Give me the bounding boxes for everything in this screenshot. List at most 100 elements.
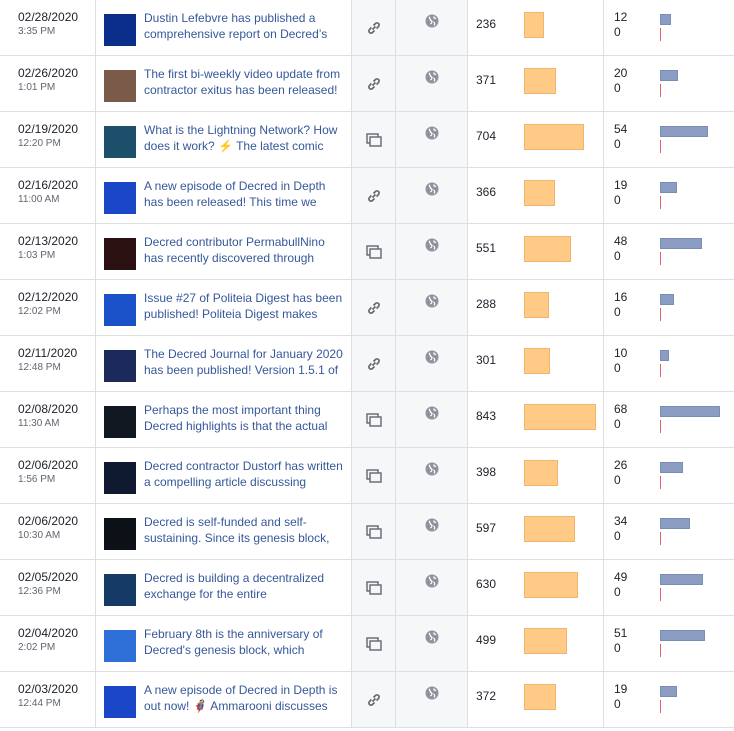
globe-icon <box>425 518 439 559</box>
posts-table: 02/28/2020 3:35 PM Dustin Lefebvre has p… <box>0 0 734 728</box>
reach-cell: 371 <box>468 56 604 111</box>
table-row[interactable]: 02/26/2020 1:01 PM The first bi-weekly v… <box>0 56 734 112</box>
post-cell[interactable]: A new episode of Decred in Depth has bee… <box>96 168 352 223</box>
table-row[interactable]: 02/04/2020 2:02 PM February 8th is the a… <box>0 616 734 672</box>
post-thumbnail[interactable] <box>104 70 136 102</box>
post-cell[interactable]: What is the Lightning Network? How does … <box>96 112 352 167</box>
targeting-cell <box>396 0 468 55</box>
post-thumbnail[interactable] <box>104 574 136 606</box>
post-thumbnail[interactable] <box>104 686 136 718</box>
table-row[interactable]: 02/19/2020 12:20 PM What is the Lightnin… <box>0 112 734 168</box>
post-cell[interactable]: Decred contributor PermabullNino has rec… <box>96 224 352 279</box>
publish-time: 10:30 AM <box>18 530 61 541</box>
reach-bar <box>524 628 567 654</box>
link-icon <box>366 692 382 708</box>
post-link[interactable]: What is the Lightning Network? How does … <box>144 122 344 154</box>
reach-bar <box>524 68 556 94</box>
globe-icon <box>425 686 439 727</box>
table-row[interactable]: 02/16/2020 11:00 AM A new episode of Dec… <box>0 168 734 224</box>
post-thumbnail[interactable] <box>104 182 136 214</box>
post-cell[interactable]: The Decred Journal for January 2020 has … <box>96 336 352 391</box>
post-thumbnail[interactable] <box>104 126 136 158</box>
post-link[interactable]: Issue #27 of Politeia Digest has been pu… <box>144 290 344 322</box>
post-cell[interactable]: Decred is building a decentralized excha… <box>96 560 352 615</box>
engagement-reactions: 0 <box>614 417 621 431</box>
post-thumbnail[interactable] <box>104 238 136 270</box>
targeting-cell <box>396 224 468 279</box>
engagement-tick <box>660 252 661 265</box>
post-link[interactable]: The Decred Journal for January 2020 has … <box>144 346 344 378</box>
published-cell: 02/03/2020 12:44 PM <box>0 672 96 727</box>
engagement-cell: 48 0 <box>604 224 734 279</box>
table-row[interactable]: 02/28/2020 3:35 PM Dustin Lefebvre has p… <box>0 0 734 56</box>
reach-bar <box>524 124 584 150</box>
publish-time: 12:36 PM <box>18 586 61 597</box>
table-row[interactable]: 02/12/2020 12:02 PM Issue #27 of Politei… <box>0 280 734 336</box>
table-row[interactable]: 02/03/2020 12:44 PM A new episode of Dec… <box>0 672 734 728</box>
post-cell[interactable]: A new episode of Decred in Depth is out … <box>96 672 352 727</box>
publish-time: 1:01 PM <box>18 82 56 93</box>
engagement-reactions: 0 <box>614 81 621 95</box>
post-link[interactable]: Perhaps the most important thing Decred … <box>144 402 344 434</box>
album-icon <box>365 468 382 483</box>
post-thumbnail[interactable] <box>104 14 136 46</box>
engagement-tick <box>660 140 661 153</box>
publish-date: 02/19/2020 <box>18 122 79 136</box>
reach-cell: 301 <box>468 336 604 391</box>
table-row[interactable]: 02/13/2020 1:03 PM Decred contributor Pe… <box>0 224 734 280</box>
engagement-cell: 34 0 <box>604 504 734 559</box>
post-link[interactable]: The first bi-weekly video update from co… <box>144 66 344 98</box>
post-thumbnail[interactable] <box>104 630 136 662</box>
post-link[interactable]: A new episode of Decred in Depth is out … <box>144 682 344 714</box>
engagement-bar <box>660 518 690 529</box>
post-thumbnail[interactable] <box>104 294 136 326</box>
targeting-cell <box>396 112 468 167</box>
engagement-reactions: 0 <box>614 249 621 263</box>
reach-cell: 366 <box>468 168 604 223</box>
post-link[interactable]: Decred is building a decentralized excha… <box>144 570 344 602</box>
post-link[interactable]: Decred contributor PermabullNino has rec… <box>144 234 344 266</box>
post-cell[interactable]: Issue #27 of Politeia Digest has been pu… <box>96 280 352 335</box>
engagement-reactions: 0 <box>614 585 621 599</box>
table-row[interactable]: 02/08/2020 11:30 AM Perhaps the most imp… <box>0 392 734 448</box>
reach-value: 301 <box>476 353 497 367</box>
targeting-cell <box>396 448 468 503</box>
post-cell[interactable]: Perhaps the most important thing Decred … <box>96 392 352 447</box>
reach-value: 704 <box>476 129 497 143</box>
post-thumbnail[interactable] <box>104 406 136 438</box>
targeting-cell <box>396 168 468 223</box>
post-link[interactable]: Decred contractor Dustorf has written a … <box>144 458 344 490</box>
post-thumbnail[interactable] <box>104 462 136 494</box>
table-row[interactable]: 02/06/2020 1:56 PM Decred contractor Dus… <box>0 448 734 504</box>
engagement-cell: 10 0 <box>604 336 734 391</box>
engagement-clicks: 10 <box>614 346 628 360</box>
published-cell: 02/11/2020 12:48 PM <box>0 336 96 391</box>
engagement-tick <box>660 308 661 321</box>
publish-time: 1:56 PM <box>18 474 56 485</box>
post-cell[interactable]: The first bi-weekly video update from co… <box>96 56 352 111</box>
post-link[interactable]: A new episode of Decred in Depth has bee… <box>144 178 344 210</box>
table-row[interactable]: 02/06/2020 10:30 AM Decred is self-funde… <box>0 504 734 560</box>
table-row[interactable]: 02/11/2020 12:48 PM The Decred Journal f… <box>0 336 734 392</box>
post-cell[interactable]: Dustin Lefebvre has published a comprehe… <box>96 0 352 55</box>
publish-time: 12:44 PM <box>18 698 61 709</box>
table-row[interactable]: 02/05/2020 12:36 PM Decred is building a… <box>0 560 734 616</box>
reach-bar <box>524 460 558 486</box>
publish-date: 02/26/2020 <box>18 66 79 80</box>
engagement-tick <box>660 84 661 97</box>
post-cell[interactable]: February 8th is the anniversary of Decre… <box>96 616 352 671</box>
post-cell[interactable]: Decred contractor Dustorf has written a … <box>96 448 352 503</box>
post-thumbnail[interactable] <box>104 518 136 550</box>
type-cell <box>352 560 396 615</box>
post-cell[interactable]: Decred is self-funded and self-sustainin… <box>96 504 352 559</box>
post-link[interactable]: February 8th is the anniversary of Decre… <box>144 626 344 658</box>
post-link[interactable]: Dustin Lefebvre has published a comprehe… <box>144 10 344 42</box>
type-cell <box>352 448 396 503</box>
post-link[interactable]: Decred is self-funded and self-sustainin… <box>144 514 344 546</box>
post-thumbnail[interactable] <box>104 350 136 382</box>
album-icon <box>365 412 382 427</box>
reach-value: 236 <box>476 17 497 31</box>
published-cell: 02/13/2020 1:03 PM <box>0 224 96 279</box>
engagement-bar <box>660 462 683 473</box>
engagement-cell: 54 0 <box>604 112 734 167</box>
